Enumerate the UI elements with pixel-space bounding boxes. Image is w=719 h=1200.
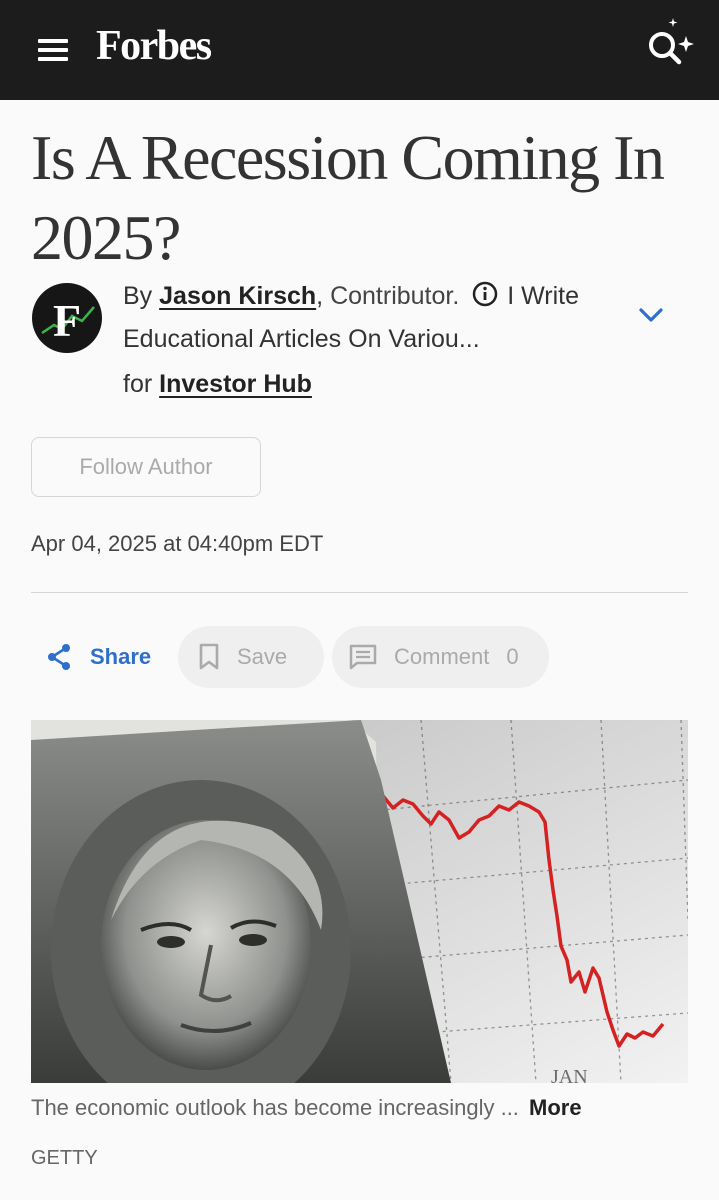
- top-nav-bar: Forbes: [0, 0, 719, 100]
- avatar-letter: F: [53, 295, 81, 346]
- save-button[interactable]: Save: [178, 626, 324, 688]
- contributor-label: Contributor.: [330, 282, 460, 310]
- more-link[interactable]: More: [529, 1095, 582, 1120]
- comment-count: 0: [506, 644, 519, 669]
- forbes-logo[interactable]: Forbes: [96, 22, 212, 70]
- follow-author-button[interactable]: Follow Author: [31, 437, 261, 497]
- save-label: Save: [237, 644, 288, 669]
- publish-date: Apr 04, 2025 at 04:40pm EDT: [31, 531, 324, 556]
- share-icon: [48, 644, 70, 670]
- comment-icon: [349, 644, 377, 670]
- bookmark-icon: [199, 643, 219, 670]
- svg-text:JAN: JAN: [551, 1066, 588, 1083]
- byline-comma: ,: [316, 282, 324, 310]
- publication-line: for Investor Hub: [123, 364, 312, 404]
- menu-icon[interactable]: [36, 36, 70, 64]
- image-credit: GETTY: [31, 1147, 98, 1169]
- article-headline: Is A Recession Coming In 2025?: [31, 122, 665, 273]
- byline-prefix: By: [123, 282, 153, 310]
- share-label: Share: [90, 644, 152, 669]
- search-icon[interactable]: [640, 14, 700, 70]
- divider: [31, 592, 688, 593]
- image-caption: The economic outlook has become increasi…: [31, 1095, 582, 1121]
- caption-text: The economic outlook has become increasi…: [31, 1095, 519, 1120]
- author-byline: By Jason Kirsch, Contributor. I Write Ed…: [123, 276, 603, 359]
- publication-link[interactable]: Investor Hub: [159, 370, 312, 398]
- comment-label: Comment: [394, 644, 490, 669]
- chevron-down-icon[interactable]: [636, 302, 666, 328]
- share-button[interactable]: Share: [44, 634, 151, 680]
- info-icon[interactable]: [472, 279, 498, 319]
- author-avatar[interactable]: F: [32, 283, 102, 353]
- author-link[interactable]: Jason Kirsch: [159, 282, 316, 310]
- article-hero-image[interactable]: JAN: [31, 720, 688, 1083]
- for-label: for: [123, 370, 153, 398]
- comment-button[interactable]: Comment 0: [332, 626, 549, 688]
